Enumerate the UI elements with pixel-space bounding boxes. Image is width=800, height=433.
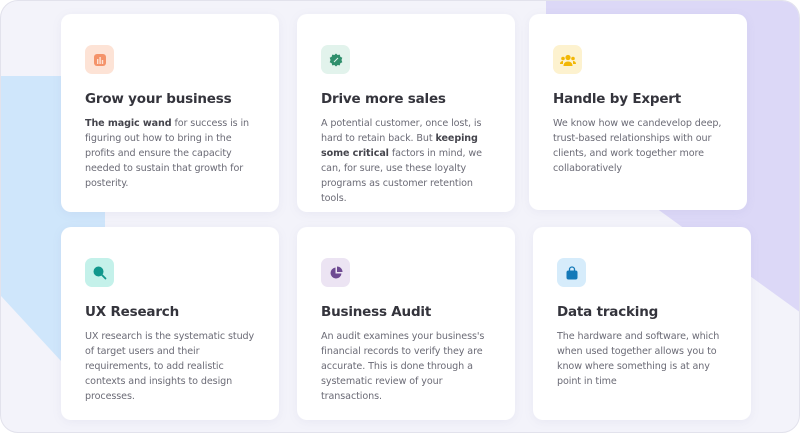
feature-card-drive-sales: Drive more sales A potential customer, o… (297, 14, 515, 212)
card-description: An audit examines your business's financ… (321, 331, 485, 402)
feature-card-business-audit: Business Audit An audit examines your bu… (297, 227, 515, 420)
card-description: A potential customer, once lost, is hard… (321, 118, 482, 204)
card-title: Business Audit (321, 304, 432, 320)
feature-card-handle-expert: Handle by Expert We know how we candevel… (529, 14, 747, 210)
discount-badge-icon (321, 45, 350, 74)
card-title: Drive more sales (321, 91, 446, 107)
feature-card-data-tracking: Data tracking The hardware and software,… (533, 227, 751, 420)
team-icon (553, 45, 582, 74)
bar-chart-icon (85, 45, 114, 74)
card-title: Data tracking (557, 304, 659, 320)
features-section: Grow your business The magic wand for su… (0, 0, 800, 433)
card-title: UX Research (85, 304, 179, 320)
card-title: Grow your business (85, 91, 232, 107)
card-description: The hardware and software, which when us… (557, 331, 720, 387)
pie-chart-icon (321, 258, 350, 287)
card-description: The magic wand for success is in figurin… (85, 118, 250, 189)
feature-card-grow-business: Grow your business The magic wand for su… (61, 14, 279, 212)
card-description: UX research is the systematic study of t… (85, 331, 255, 402)
card-description: We know how we candevelop deep, trust-ba… (553, 118, 722, 174)
search-icon (85, 258, 114, 287)
card-title: Handle by Expert (553, 91, 681, 107)
feature-card-ux-research: UX Research UX research is the systemati… (61, 227, 279, 420)
shopping-bag-icon (557, 258, 586, 287)
